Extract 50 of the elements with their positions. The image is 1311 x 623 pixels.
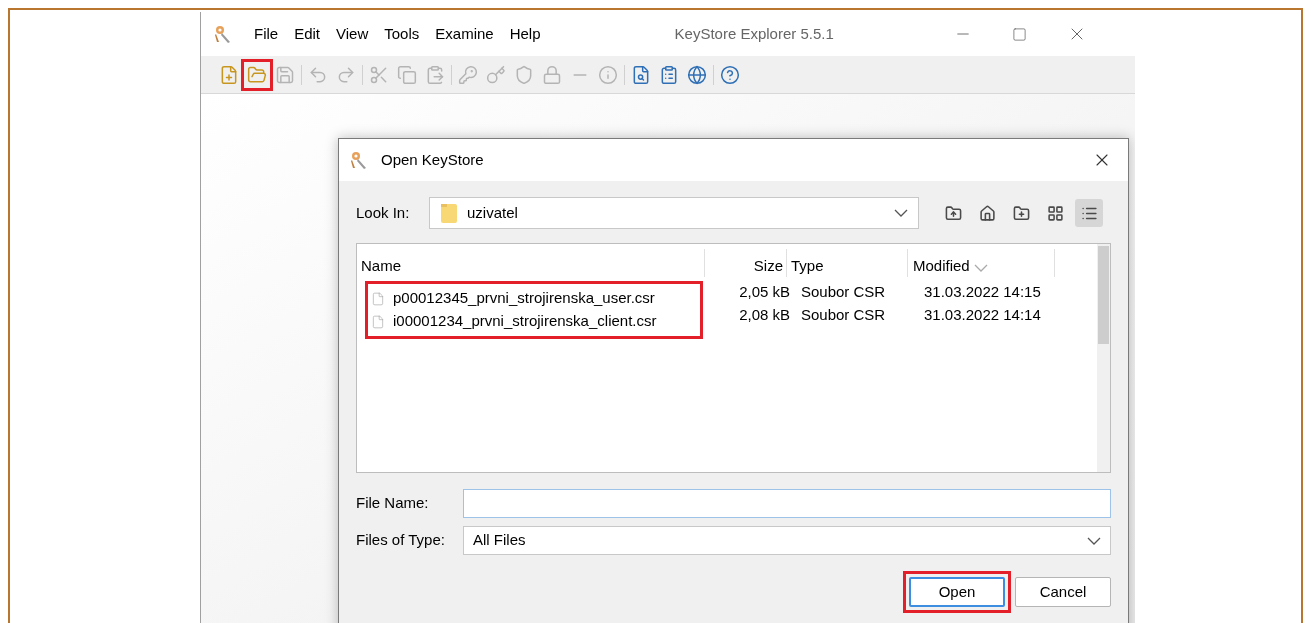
dialog-title: Open KeyStore (381, 149, 484, 170)
globe-icon[interactable] (687, 64, 707, 85)
table-cell-text: Soubor CSR (800, 282, 887, 303)
look-in-combo[interactable]: uzivatel (429, 197, 919, 229)
scrollbar[interactable] (1097, 244, 1110, 472)
file-name-label: File Name: (356, 493, 430, 514)
caret-icon (894, 209, 908, 217)
table-cell-text: Soubor CSR (800, 305, 887, 326)
file-icon (371, 290, 385, 307)
magnifier-document-icon[interactable] (631, 64, 651, 85)
column-header[interactable]: Modified (908, 249, 1055, 277)
file-icon (371, 313, 385, 330)
maximize-icon[interactable] (1011, 26, 1027, 42)
menu-item[interactable]: View (330, 22, 375, 46)
menu-item[interactable]: Edit (288, 22, 327, 46)
files-of-type-label: Files of Type: (356, 530, 446, 551)
help-icon[interactable] (720, 64, 740, 85)
home-icon (978, 204, 996, 222)
folder-up-icon (944, 204, 962, 222)
dialog-button[interactable]: Cancel (1015, 577, 1111, 607)
scrollbar-thumb[interactable] (1098, 246, 1109, 344)
file-name-field[interactable] (463, 489, 1111, 518)
new-folder-icon (1012, 204, 1030, 222)
table-cell-text: 2,05 kB (738, 282, 791, 303)
files-of-type-combo[interactable]: All Files (463, 526, 1111, 555)
file-name-cell[interactable]: i00001234_prvni_strojirenska_client.csr (393, 310, 657, 333)
folder-icon (440, 202, 458, 224)
menu-item[interactable]: File (248, 22, 285, 46)
look-in-label: Look In: (356, 202, 411, 223)
view-button[interactable] (1075, 199, 1103, 227)
window-title: KeyStore Explorer 5.5.1 (674, 23, 834, 44)
table-cell-text: 31.03.2022 14:15 (923, 282, 1042, 303)
menu-item[interactable]: Help (503, 22, 547, 46)
column-header[interactable]: Type (787, 249, 908, 277)
menu-item[interactable]: Examine (429, 22, 500, 46)
column-header[interactable]: Name (357, 249, 705, 277)
caret-icon (1087, 536, 1101, 545)
menu-item[interactable]: Tools (378, 22, 426, 46)
sort-icon (973, 264, 988, 272)
grid-view-icon (1046, 204, 1064, 222)
column-header[interactable]: Size (705, 249, 787, 277)
table-cell-text: 2,08 kB (738, 305, 791, 326)
table-cell-text: 31.03.2022 14:14 (923, 305, 1042, 326)
file-name-cell[interactable]: p00012345_prvni_strojirenska_user.csr (393, 287, 655, 310)
app-logo-icon (213, 24, 233, 44)
dialog-button[interactable]: Open (909, 577, 1005, 607)
new-file-icon[interactable] (219, 64, 239, 85)
dialog-logo-icon (349, 150, 369, 170)
clipboard-list-icon[interactable] (659, 64, 679, 85)
folder-icon[interactable] (247, 64, 267, 85)
